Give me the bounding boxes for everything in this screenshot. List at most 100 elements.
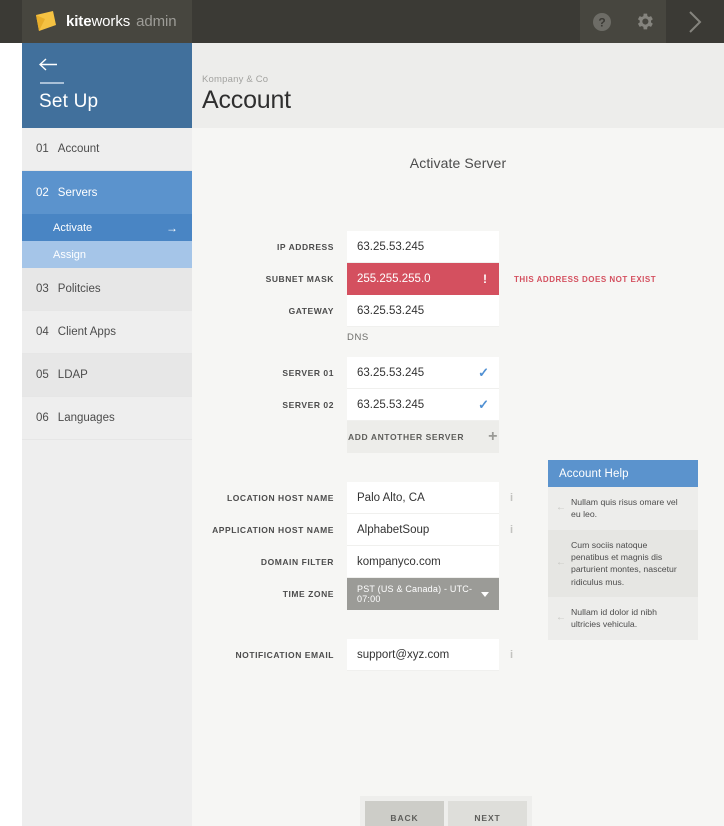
next-button[interactable]: NEXT	[448, 801, 527, 826]
field-ip-address: IP ADDRESS 63.25.53.245	[205, 231, 499, 263]
sidebar-header: Set Up	[22, 43, 192, 128]
domain-filter-input[interactable]: kompanyco.com	[347, 546, 499, 578]
info-icon[interactable]: i	[510, 650, 513, 661]
top-bar-actions: ?	[580, 0, 666, 43]
nav-label: Politcies	[58, 283, 101, 295]
kiteworks-logo-icon	[35, 11, 57, 32]
nav-label: Client Apps	[58, 326, 116, 338]
sidebar-item-servers[interactable]: 02 Servers	[22, 171, 192, 214]
help-list-item[interactable]: ← Nullam quis risus omare vel eu leo.	[548, 487, 698, 530]
arrow-left-icon[interactable]	[39, 57, 59, 73]
help-list-item[interactable]: ← Cum sociis natoque penatibus et magnis…	[548, 530, 698, 597]
check-icon: ✓	[478, 366, 489, 379]
nav-number: 04	[36, 326, 49, 338]
check-icon: ✓	[478, 398, 489, 411]
top-bar: kiteworks admin ?	[0, 0, 724, 43]
field-gateway: GATEWAY 63.25.53.245	[205, 295, 499, 327]
field-label: DOMAIN FILTER	[205, 557, 347, 567]
sidebar: Set Up 01 Account 02 Servers Activate → …	[22, 43, 192, 826]
field-value: PST (US & Canada) - UTC-07:00	[357, 584, 481, 604]
svg-text:?: ?	[598, 15, 605, 29]
nav-label: Servers	[58, 187, 98, 199]
application-host-name-input[interactable]: AlphabetSoup	[347, 514, 499, 546]
field-value: Palo Alto, CA	[357, 492, 489, 504]
server-01-input[interactable]: 63.25.53.245 ✓	[347, 357, 499, 389]
arrow-left-icon: ←	[556, 606, 571, 631]
help-item-text: Nullam quis risus omare vel eu leo.	[571, 496, 687, 521]
next-page-button[interactable]	[666, 0, 724, 43]
field-label: SUBNET MASK	[205, 274, 347, 284]
field-label: SERVER 01	[205, 368, 347, 378]
arrow-left-icon: ←	[556, 496, 571, 521]
form-actions: BACK NEXT	[360, 796, 532, 826]
nav-number: 06	[36, 412, 49, 424]
gateway-input[interactable]: 63.25.53.245	[347, 295, 499, 327]
subnet-mask-error-message: THIS ADDRESS DOES NOT EXIST	[514, 275, 656, 284]
field-subnet-mask: SUBNET MASK 255.255.255.0 ! THIS ADDRESS…	[205, 263, 656, 295]
nav-label: Languages	[58, 412, 115, 424]
header-divider	[40, 82, 64, 84]
server-02-input[interactable]: 63.25.53.245 ✓	[347, 389, 499, 421]
notification-email-input[interactable]: support@xyz.com	[347, 639, 499, 671]
field-server-01: SERVER 01 63.25.53.245 ✓	[205, 357, 499, 389]
time-zone-select[interactable]: PST (US & Canada) - UTC-07:00	[347, 578, 499, 610]
logo-works-text: works	[91, 13, 130, 30]
nav-number: 03	[36, 283, 49, 295]
location-host-name-input[interactable]: Palo Alto, CA	[347, 482, 499, 514]
field-label: APPLICATION HOST NAME	[205, 525, 347, 535]
field-label: NOTIFICATION EMAIL	[205, 650, 347, 660]
sidebar-subitem-assign[interactable]: Assign	[22, 241, 192, 268]
info-icon[interactable]: i	[510, 493, 513, 504]
breadcrumb: Kompany & Co	[202, 74, 724, 85]
exclamation-icon: !	[483, 272, 487, 286]
field-label: SERVER 02	[205, 400, 347, 410]
field-label: IP ADDRESS	[205, 242, 347, 252]
sidebar-subitem-activate[interactable]: Activate →	[22, 214, 192, 241]
add-another-server-button[interactable]: ADD ANTOTHER SERVER +	[347, 421, 499, 453]
sidebar-item-ldap[interactable]: 05 LDAP	[22, 354, 192, 397]
field-value: 63.25.53.245	[357, 241, 489, 253]
nav-number: 01	[36, 143, 49, 155]
field-domain-filter: DOMAIN FILTER kompanyco.com	[205, 546, 499, 578]
logo-wordmark: kiteworks admin	[66, 13, 176, 30]
logo-admin-text: admin	[136, 13, 176, 30]
question-mark-circle-icon[interactable]: ?	[591, 11, 613, 33]
brand-logo[interactable]: kiteworks admin	[22, 0, 192, 43]
info-icon[interactable]: i	[510, 525, 513, 536]
field-label: TIME ZONE	[205, 589, 347, 599]
field-value: 255.255.255.0	[357, 273, 483, 285]
field-location-host-name: LOCATION HOST NAME Palo Alto, CA i	[205, 482, 513, 514]
field-notification-email: NOTIFICATION EMAIL support@xyz.com i	[205, 639, 513, 671]
back-button[interactable]: BACK	[365, 801, 444, 826]
field-time-zone: TIME ZONE PST (US & Canada) - UTC-07:00	[205, 578, 499, 610]
subnet-mask-input[interactable]: 255.255.255.0 !	[347, 263, 499, 295]
sidebar-item-client-apps[interactable]: 04 Client Apps	[22, 311, 192, 354]
field-value: 63.25.53.245	[357, 399, 478, 411]
field-label: LOCATION HOST NAME	[205, 493, 347, 503]
field-value: kompanyco.com	[357, 556, 489, 568]
gear-icon[interactable]	[634, 11, 656, 33]
subnav-label: Activate	[53, 222, 92, 234]
field-label: GATEWAY	[205, 306, 347, 316]
nav-number: 05	[36, 369, 49, 381]
help-list-item[interactable]: ← Nullam id dolor id nibh ultricies vehi…	[548, 597, 698, 640]
ip-address-input[interactable]: 63.25.53.245	[347, 231, 499, 263]
admin-setup-page: kiteworks admin ?	[0, 0, 724, 826]
sidebar-item-account[interactable]: 01 Account	[22, 128, 192, 171]
add-server-label: ADD ANTOTHER SERVER	[348, 432, 464, 442]
field-server-02: SERVER 02 63.25.53.245 ✓	[205, 389, 499, 421]
logo-kite-text: kite	[66, 13, 91, 30]
page-title: Account	[202, 87, 724, 113]
field-value: 63.25.53.245	[357, 367, 478, 379]
sidebar-item-politcies[interactable]: 03 Politcies	[22, 268, 192, 311]
dns-section-label: DNS	[347, 332, 369, 343]
field-value: 63.25.53.245	[357, 305, 489, 317]
subnav-label: Assign	[53, 249, 86, 261]
chevron-down-icon	[481, 592, 489, 597]
form-heading: Activate Server	[192, 128, 724, 171]
field-value: support@xyz.com	[357, 649, 489, 661]
chevron-right-icon	[686, 9, 704, 35]
nav-number: 02	[36, 187, 49, 199]
sidebar-title: Set Up	[39, 91, 175, 113]
sidebar-item-languages[interactable]: 06 Languages	[22, 397, 192, 440]
